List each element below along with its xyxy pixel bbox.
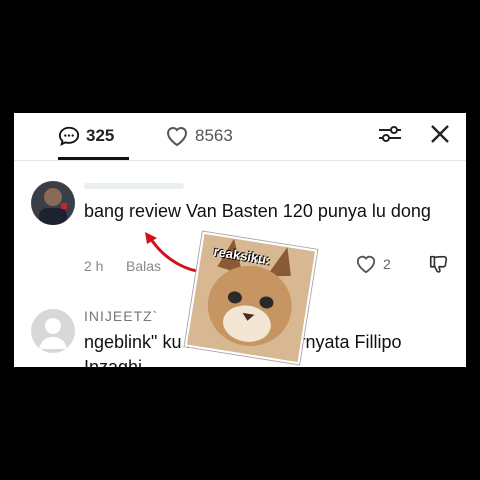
sliders-icon[interactable] <box>376 120 404 148</box>
tab-comments[interactable]: 325 <box>58 121 114 151</box>
heart-icon <box>166 127 188 147</box>
reaction-sticker: reaksiku: <box>184 231 318 365</box>
tab-likes[interactable]: 8563 <box>165 121 233 151</box>
avatar-default[interactable] <box>31 309 75 353</box>
comment-username[interactable] <box>84 179 194 189</box>
likes-count: 8563 <box>195 126 233 145</box>
avatar[interactable] <box>31 181 75 225</box>
comments-count: 325 <box>86 126 115 145</box>
thumbs-down-icon[interactable] <box>428 253 450 275</box>
comments-tabbar: 325 8563 <box>14 113 466 161</box>
active-tab-indicator <box>58 157 129 160</box>
comment-like-button[interactable]: 2 <box>355 254 391 274</box>
comment-text: bang review Van Basten 120 punya lu dong <box>84 201 431 221</box>
chat-bubble-icon <box>58 126 80 146</box>
comment-time: 2 h <box>84 258 104 274</box>
comment-like-count: 2 <box>383 256 391 272</box>
comment-username[interactable]: INIJEETZ` <box>84 308 158 324</box>
close-icon[interactable] <box>426 120 454 148</box>
heart-icon <box>356 255 376 274</box>
